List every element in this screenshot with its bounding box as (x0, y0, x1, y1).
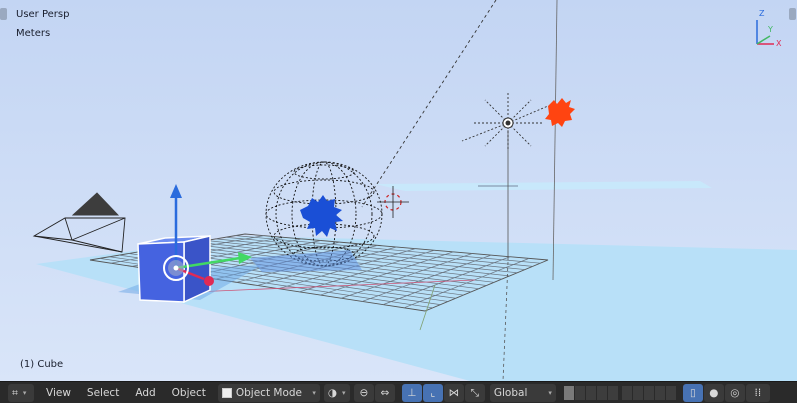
viewport-scene[interactable]: Z X Y (0, 0, 797, 381)
corner-arrows-icon: ⌞ (430, 387, 436, 399)
axis-x-label: X (776, 39, 782, 48)
shading-popover-button[interactable]: ◑ ▾ (323, 384, 350, 402)
axis-z-label: Z (759, 9, 765, 18)
gizmo-icon: ⁞⁞ (754, 387, 762, 399)
select-menu[interactable]: Select (79, 384, 127, 402)
overlay-button[interactable]: ▯ (682, 384, 703, 402)
units-label: Meters (16, 28, 51, 39)
overlay-icon: ▯ (689, 387, 696, 399)
view3d-icon: ⌗ (12, 386, 18, 399)
layer-selector[interactable] (563, 384, 677, 402)
active-object-label: (1) Cube (20, 359, 64, 370)
viewport-shading-icon: ◑ (327, 387, 338, 399)
transform-affect-button[interactable]: ⇔ (374, 384, 395, 402)
object-menu[interactable]: Object (164, 384, 214, 402)
3d-viewport[interactable]: Z X Y User Persp Meters (1) Cube (0, 0, 797, 381)
constraint-icon: ⤡ (470, 386, 480, 399)
orientation-label: Global (493, 387, 528, 399)
proportional-edit-button[interactable]: ◎ (724, 384, 745, 402)
blender-window: Z X Y User Persp Meters (1) Cube ⌗ ▾ View… (0, 0, 797, 403)
axis-y-label: Y (767, 25, 773, 34)
mirror-icon: ⋈ (448, 387, 460, 399)
move-arrows-icon: ⇔ (380, 387, 390, 399)
gizmo-button[interactable]: ⁞⁞ (745, 384, 770, 402)
link-icon: ⊖ (359, 387, 369, 399)
orientation-dropdown[interactable]: Global ▾ (489, 384, 556, 402)
viewport-header: ⌗ ▾ View Select Add Object Object Mode ▾ … (0, 381, 797, 403)
snap-corner-button[interactable]: ⌞ (422, 384, 443, 402)
transform-pivot-button[interactable]: ⊖ (353, 384, 374, 402)
object-mode-icon (221, 388, 232, 398)
view-menu[interactable]: View (38, 384, 79, 402)
proportional-icon: ◎ (730, 387, 740, 399)
axis-arrows-icon: ⊥ (407, 387, 417, 399)
editor-type-button[interactable]: ⌗ ▾ (8, 384, 34, 402)
mode-dropdown[interactable]: Object Mode ▾ (217, 384, 320, 402)
toolbar-region-tab[interactable] (0, 8, 7, 20)
constraint-button[interactable]: ⤡ (464, 384, 485, 402)
add-menu[interactable]: Add (127, 384, 163, 402)
snap-axis-button[interactable]: ⊥ (401, 384, 422, 402)
mode-label: Object Mode (235, 387, 303, 399)
sidebar-region-tab[interactable] (789, 8, 796, 20)
xray-button[interactable]: ● (703, 384, 724, 402)
xray-icon: ● (709, 387, 719, 399)
mirror-button[interactable]: ⋈ (443, 384, 464, 402)
view-perspective-label: User Persp (16, 9, 70, 20)
